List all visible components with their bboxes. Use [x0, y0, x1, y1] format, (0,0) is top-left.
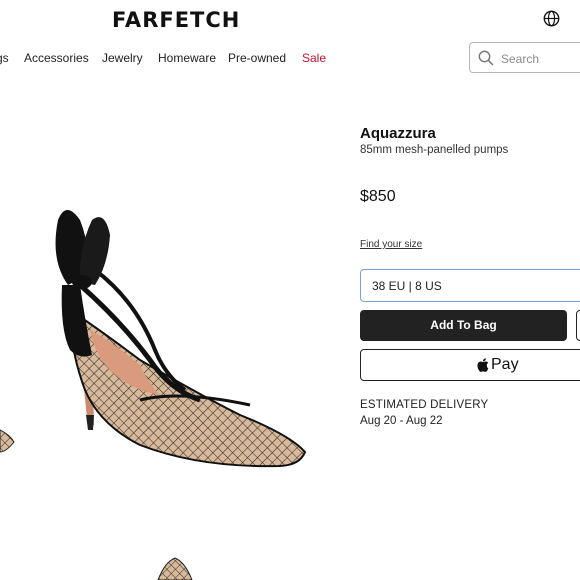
product-thumbnail[interactable]: [150, 552, 200, 580]
nav-item-jewelry[interactable]: Jewelry: [102, 51, 143, 65]
search-input[interactable]: Search: [469, 42, 580, 73]
size-select[interactable]: 38 EU | 8 US: [360, 269, 580, 302]
nav-item-homeware[interactable]: Homeware: [158, 51, 216, 65]
add-to-bag-button[interactable]: Add To Bag: [360, 310, 567, 341]
find-your-size-link[interactable]: Find your size: [360, 239, 422, 250]
nav-item-partial[interactable]: gs: [0, 51, 9, 65]
search-placeholder: Search: [501, 52, 540, 66]
estimated-delivery-title: ESTIMATED DELIVERY: [360, 399, 489, 411]
search-icon: [478, 50, 494, 66]
farfetch-logo[interactable]: FARFETCH: [112, 8, 240, 32]
nav-item-pre-owned[interactable]: Pre-owned: [228, 51, 286, 65]
apple-icon: [477, 358, 489, 372]
nav-item-sale[interactable]: Sale: [302, 51, 326, 65]
selected-size: 38 EU | 8 US: [372, 279, 442, 293]
apple-pay-label: Pay: [491, 356, 519, 373]
product-image[interactable]: [0, 190, 340, 490]
globe-icon[interactable]: [543, 10, 560, 27]
apple-pay-button[interactable]: Pay: [360, 349, 580, 381]
product-name: 85mm mesh-panelled pumps: [360, 144, 509, 156]
wishlist-button[interactable]: [576, 310, 580, 341]
nav-item-accessories[interactable]: Accessories: [24, 51, 89, 65]
product-price: $850: [360, 188, 396, 205]
estimated-delivery-dates: Aug 20 - Aug 22: [360, 415, 443, 427]
designer-name[interactable]: Aquazzura: [360, 125, 436, 142]
